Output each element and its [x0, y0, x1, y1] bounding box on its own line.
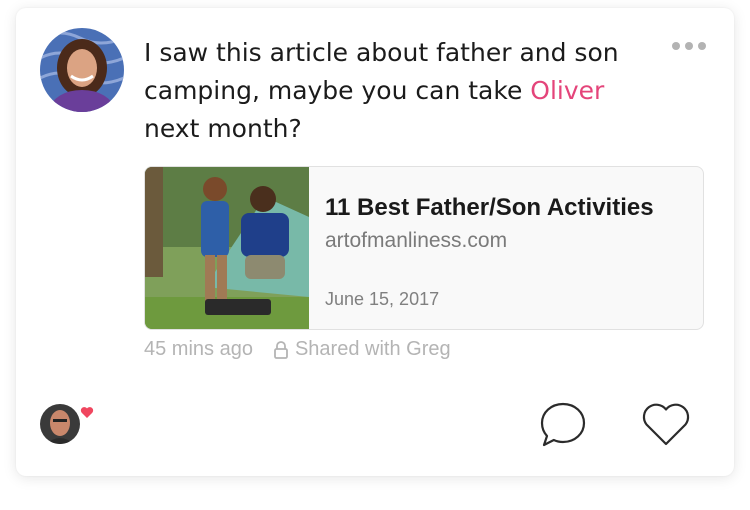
comment-icon[interactable]: [538, 400, 588, 450]
heart-outline-icon[interactable]: [640, 400, 692, 448]
author-avatar[interactable]: [40, 28, 124, 112]
timestamp: 45 mins ago: [144, 338, 253, 360]
post-card: I saw this article about father and son …: [16, 8, 734, 476]
more-dot: [672, 42, 680, 50]
mention-link[interactable]: Oliver: [530, 76, 604, 105]
link-date: June 15, 2017: [325, 289, 440, 309]
privacy-label[interactable]: Shared with Greg: [295, 338, 451, 361]
link-preview-card[interactable]: 11 Best Father/Son Activities artofmanli…: [144, 166, 704, 330]
heart-badge-icon: [80, 407, 94, 418]
more-dot: [685, 42, 693, 50]
article-thumbnail: [145, 167, 309, 329]
post-meta: 45 mins ago Shared with Greg: [144, 338, 451, 361]
link-preview-body: 11 Best Father/Son Activities artofmanli…: [309, 167, 703, 329]
more-dot: [698, 42, 706, 50]
link-title: 11 Best Father/Son Activities: [325, 194, 654, 221]
message-text-end: next month?: [144, 114, 302, 143]
more-options-button[interactable]: [668, 38, 710, 54]
lock-icon: [274, 340, 288, 359]
reactor-avatar[interactable]: [40, 404, 80, 444]
link-domain: artofmanliness.com: [325, 229, 508, 252]
post-message: I saw this article about father and son …: [144, 34, 644, 148]
